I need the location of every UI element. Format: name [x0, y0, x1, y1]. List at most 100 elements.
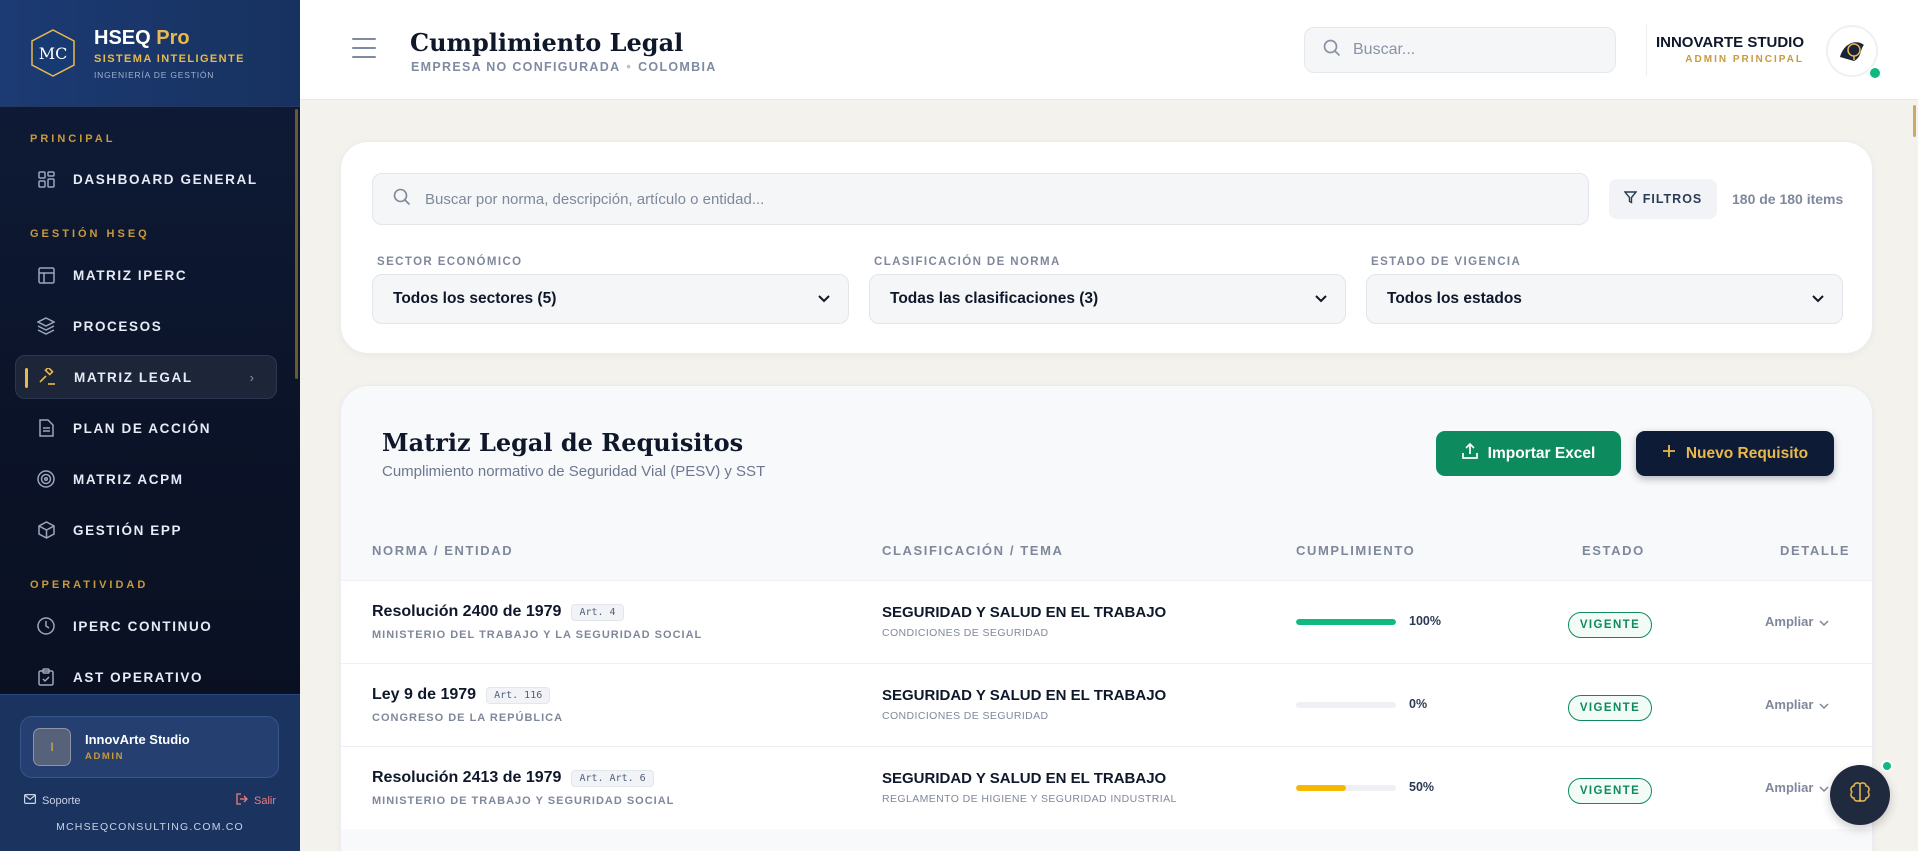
filters-card: FILTROS 180 de 180 items SECTOR ECONÓMIC…	[340, 141, 1873, 354]
brand-name: HSEQ Pro	[94, 26, 190, 49]
logout-icon	[236, 793, 248, 808]
expand-button[interactable]: Ampliar	[1765, 697, 1829, 712]
sidebar-item-matriz-iperc[interactable]: MATRIZ IPERC	[15, 253, 277, 297]
org-info: INNOVARTE STUDIO ADMIN PRINCIPAL	[1656, 34, 1804, 65]
footer-domain[interactable]: MCHSEQCONSULTING.COM.CO	[0, 821, 300, 833]
top-header: Cumplimiento Legal EMPRESA NO CONFIGURAD…	[300, 0, 1918, 100]
section-principal: PRINCIPAL	[30, 133, 116, 145]
table-row[interactable]: Resolución 2400 de 1979 Art. 4 MINISTERIO…	[341, 580, 1872, 663]
user-card[interactable]: I InnovArte Studio ADMIN	[20, 716, 279, 778]
sidebar-item-label: PROCESOS	[73, 318, 163, 334]
sidebar-item-procesos[interactable]: PROCESOS	[15, 304, 277, 348]
table-row[interactable]: Resolución 2413 de 1979 Art. Art. 6 MINIS…	[341, 746, 1872, 829]
org-role: ADMIN PRINCIPAL	[1685, 54, 1804, 65]
box-icon	[36, 520, 56, 540]
section-operatividad: OPERATIVIDAD	[30, 579, 149, 591]
norm-entity: CONGRESO DE LA REPÚBLICA	[372, 712, 564, 724]
status-badge: VIGENTE	[1568, 778, 1652, 804]
header-search[interactable]	[1304, 27, 1616, 73]
sector-label: SECTOR ECONÓMICO	[377, 256, 523, 268]
article-badge: Art. Art. 6	[571, 769, 654, 787]
sidebar-item-plan-accion[interactable]: PLAN DE ACCIÓN	[15, 406, 277, 450]
compliance-percent: 0%	[1409, 697, 1428, 711]
sidebar: MC HSEQ Pro SISTEMA INTELIGENTE INGENIER…	[0, 0, 300, 851]
logout-button[interactable]: Salir	[236, 793, 276, 808]
avatar: I	[33, 728, 71, 766]
table-icon	[36, 265, 56, 285]
column-header-cumplimiento: CUMPLIMIENTO	[1296, 543, 1416, 558]
compliance-bar	[1296, 785, 1396, 791]
clasificacion-value: Todas las clasificaciones (3)	[890, 290, 1099, 307]
new-requirement-button[interactable]: Nuevo Requisito	[1636, 431, 1834, 476]
menu-icon[interactable]	[352, 38, 376, 65]
matrix-title: Matriz Legal de Requisitos	[382, 428, 744, 457]
sidebar-item-dashboard[interactable]: DASHBOARD GENERAL	[15, 157, 277, 201]
header-search-input[interactable]	[1353, 41, 1583, 59]
compliance-percent: 50%	[1409, 780, 1435, 794]
article-badge: Art. 116	[486, 686, 551, 704]
upload-icon	[1461, 442, 1478, 464]
chevron-down-icon	[1819, 697, 1829, 712]
import-excel-label: Importar Excel	[1487, 444, 1596, 462]
sidebar-item-ast-operativo[interactable]: AST OPERATIVO	[15, 655, 277, 694]
company-name: EMPRESA NO CONFIGURADA	[411, 60, 621, 74]
brand-tagline: SISTEMA INTELIGENTE	[94, 52, 245, 65]
filters-button[interactable]: FILTROS	[1609, 179, 1717, 219]
matrix-subtitle: Cumplimiento normativo de Seguridad Vial…	[382, 463, 766, 480]
support-link[interactable]: Soporte	[24, 793, 81, 808]
search-icon	[393, 188, 411, 211]
header-divider	[1646, 24, 1647, 76]
chevron-down-icon	[1819, 780, 1829, 795]
chevron-down-icon	[1819, 614, 1829, 629]
chevron-down-icon	[1812, 290, 1824, 308]
sidebar-item-label: MATRIZ ACPM	[73, 471, 184, 487]
logout-label: Salir	[253, 794, 276, 807]
svg-text:MC: MC	[39, 44, 68, 63]
norm-classification: SEGURIDAD Y SALUD EN EL TRABAJO	[882, 687, 1167, 704]
norm-topic: REGLAMENTO DE HIGIENE Y SEGURIDAD INDUST…	[882, 793, 1177, 805]
norm-search-input[interactable]	[425, 190, 1525, 208]
article-badge: Art. 4	[571, 603, 624, 621]
grid-icon	[36, 169, 56, 189]
user-panel: I InnovArte Studio ADMIN Soporte Salir M…	[0, 694, 300, 851]
estado-select[interactable]: Todos los estados	[1366, 274, 1843, 324]
sidebar-item-label: AST OPERATIVO	[73, 669, 204, 685]
section-gestion: GESTIÓN HSEQ	[30, 228, 150, 240]
assistant-status-dot	[1881, 760, 1893, 772]
status-badge: VIGENTE	[1568, 612, 1652, 638]
items-count: 180 de 180 items	[1732, 191, 1844, 207]
filter-icon	[1623, 191, 1638, 207]
table-row[interactable]: Ley 9 de 1979 Art. 116 CONGRESO DE LA REP…	[341, 663, 1872, 746]
expand-button[interactable]: Ampliar	[1765, 614, 1829, 629]
norm-topic: CONDICIONES DE SEGURIDAD	[882, 710, 1049, 722]
column-header-clasificacion: CLASIFICACIÓN / TEMA	[882, 543, 1064, 558]
clasificacion-label: CLASIFICACIÓN DE NORMA	[874, 256, 1061, 268]
estado-value: Todos los estados	[1387, 290, 1522, 307]
page-scrollbar[interactable]	[1913, 105, 1916, 137]
assistant-button[interactable]	[1830, 765, 1890, 825]
online-status-dot	[1868, 66, 1882, 80]
norm-search[interactable]	[372, 173, 1589, 225]
user-role: ADMIN	[85, 751, 125, 762]
import-excel-button[interactable]: Importar Excel	[1436, 431, 1621, 476]
clasificacion-select[interactable]: Todas las clasificaciones (3)	[869, 274, 1346, 324]
expand-button[interactable]: Ampliar	[1765, 780, 1829, 795]
sidebar-item-gestion-epp[interactable]: GESTIÓN EPP	[15, 508, 277, 552]
target-icon	[36, 469, 56, 489]
norm-entity: MINISTERIO DEL TRABAJO Y LA SEGURIDAD SO…	[372, 629, 703, 641]
sidebar-scrollbar[interactable]	[295, 109, 298, 379]
sidebar-item-matriz-acpm[interactable]: MATRIZ ACPM	[15, 457, 277, 501]
country-name: COLOMBIA	[638, 60, 717, 74]
sector-select[interactable]: Todos los sectores (5)	[372, 274, 849, 324]
brain-icon	[1847, 780, 1873, 811]
sidebar-item-matriz-legal[interactable]: MATRIZ LEGAL ›	[15, 355, 277, 399]
sidebar-item-label: DASHBOARD GENERAL	[73, 171, 258, 187]
sidebar-item-iperc-continuo[interactable]: IPERC CONTINUO	[15, 604, 277, 648]
brand-header[interactable]: MC HSEQ Pro SISTEMA INTELIGENTE INGENIER…	[0, 0, 300, 107]
sector-value: Todos los sectores (5)	[393, 290, 557, 307]
sidebar-item-label: IPERC CONTINUO	[73, 618, 213, 634]
status-badge: VIGENTE	[1568, 695, 1652, 721]
sidebar-item-label: MATRIZ LEGAL	[74, 369, 193, 385]
column-header-norma: NORMA / ENTIDAD	[372, 543, 514, 558]
brand-subtagline: INGENIERÍA DE GESTIÓN	[94, 69, 215, 80]
